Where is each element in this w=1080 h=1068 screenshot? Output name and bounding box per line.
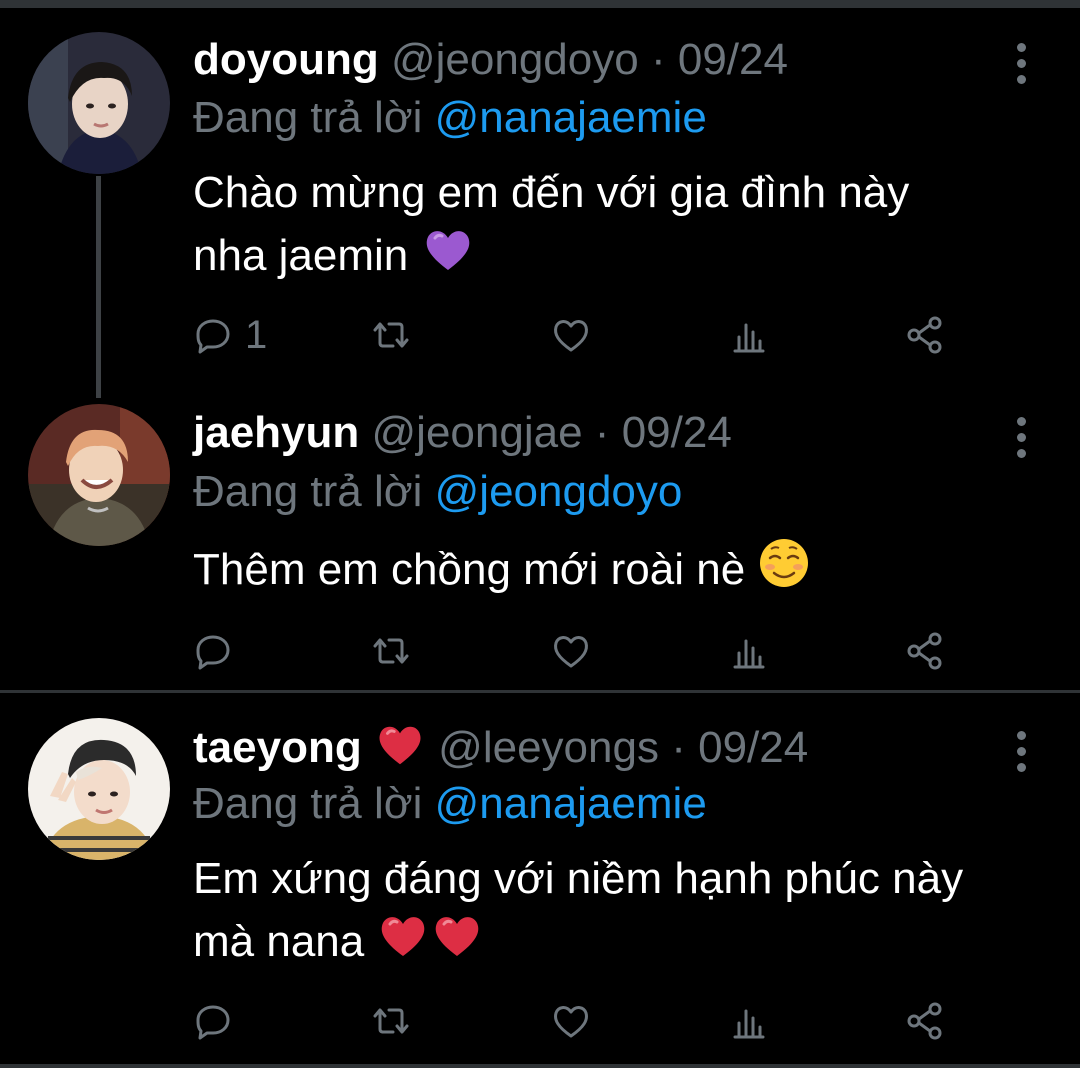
reply-button[interactable] bbox=[193, 626, 245, 676]
tweet-text-line: mà nana bbox=[193, 917, 365, 966]
purple-heart-emoji bbox=[421, 222, 475, 276]
display-name[interactable]: jaehyun bbox=[193, 408, 359, 457]
replying-to-label: Đang trả lời bbox=[193, 93, 423, 142]
replying-to: Đang trả lời @nanajaemie bbox=[193, 776, 707, 832]
retweet-icon bbox=[373, 638, 409, 664]
analytics-icon bbox=[733, 1009, 765, 1039]
display-name[interactable]: doyoung bbox=[193, 35, 379, 84]
separator-dot: · bbox=[671, 723, 686, 772]
separator-dot: · bbox=[594, 408, 610, 457]
tweet-text-line: Chào mừng em đến với gia đình này bbox=[193, 168, 910, 217]
avatar-taeyong[interactable] bbox=[28, 718, 170, 860]
reply-button[interactable]: 1 bbox=[193, 310, 267, 360]
share-button[interactable] bbox=[905, 310, 945, 360]
reply-count: 1 bbox=[245, 312, 268, 357]
user-handle[interactable]: @leeyongs bbox=[438, 723, 659, 772]
like-button[interactable] bbox=[551, 310, 591, 360]
replying-to: Đang trả lời @jeongdoyo bbox=[193, 464, 682, 520]
more-vertical-icon bbox=[1006, 43, 1036, 84]
tweet-actions bbox=[193, 626, 953, 676]
analytics-button[interactable] bbox=[729, 310, 769, 360]
user-handle[interactable]: @jeongjae bbox=[372, 408, 583, 457]
avatar-jaehyun[interactable] bbox=[28, 404, 170, 546]
retweet-button[interactable] bbox=[371, 996, 411, 1046]
like-button[interactable] bbox=[551, 626, 591, 676]
analytics-icon bbox=[733, 639, 765, 669]
red-heart-emoji bbox=[376, 908, 430, 962]
share-icon bbox=[907, 316, 942, 354]
analytics-button[interactable] bbox=[729, 996, 769, 1046]
tweet-date[interactable]: 09/24 bbox=[622, 408, 732, 457]
tweet-actions: 1 bbox=[193, 310, 953, 360]
analytics-button[interactable] bbox=[729, 626, 769, 676]
tweet-header: jaehyun @jeongjae · 09/24 bbox=[193, 405, 732, 461]
reply-icon bbox=[196, 319, 230, 354]
more-vertical-icon bbox=[1006, 417, 1036, 458]
share-icon bbox=[907, 632, 942, 670]
tweet-text-line: nha jaemin bbox=[193, 231, 409, 280]
retweet-icon bbox=[373, 322, 409, 348]
display-name[interactable]: taeyong bbox=[193, 723, 362, 772]
like-button[interactable] bbox=[551, 996, 591, 1046]
heart-icon bbox=[554, 1006, 588, 1038]
red-heart-emoji bbox=[374, 718, 426, 770]
mention-link[interactable]: @nanajaemie bbox=[435, 93, 707, 142]
share-button[interactable] bbox=[905, 996, 945, 1046]
retweet-button[interactable] bbox=[371, 626, 411, 676]
red-heart-emoji bbox=[430, 908, 484, 962]
tweet-date[interactable]: 09/24 bbox=[678, 35, 788, 84]
reply-icon bbox=[196, 1005, 230, 1040]
separator-dot: · bbox=[650, 35, 666, 84]
heart-icon bbox=[554, 636, 588, 668]
more-options-button[interactable] bbox=[1006, 412, 1036, 472]
reply-icon bbox=[196, 635, 230, 670]
top-divider bbox=[0, 0, 1080, 8]
tweet-date[interactable]: 09/24 bbox=[698, 723, 808, 772]
tweet-text-line: Thêm em chồng mới roài nè bbox=[193, 545, 746, 594]
share-button[interactable] bbox=[905, 626, 945, 676]
tweet-actions bbox=[193, 996, 953, 1046]
heart-icon bbox=[554, 320, 588, 352]
bottom-divider bbox=[0, 1064, 1080, 1068]
tweet-text: Chào mừng em đến với gia đình này nha ja… bbox=[193, 164, 1053, 285]
more-options-button[interactable] bbox=[1006, 38, 1036, 98]
tweet-divider bbox=[0, 690, 1080, 693]
analytics-icon bbox=[733, 323, 765, 353]
avatar-doyoung[interactable] bbox=[28, 32, 170, 174]
mention-link[interactable]: @jeongdoyo bbox=[435, 467, 683, 516]
retweet-icon bbox=[373, 1008, 409, 1034]
tweet-text: Em xứng đáng với niềm hạnh phúc này mà n… bbox=[193, 850, 1053, 971]
more-options-button[interactable] bbox=[1006, 726, 1036, 786]
tweet-text-line: Em xứng đáng với niềm hạnh phúc này bbox=[193, 854, 964, 903]
tweet-header: taeyong @leeyongs · 09/24 bbox=[193, 718, 808, 776]
more-vertical-icon bbox=[1006, 731, 1036, 772]
tweet-header: doyoung @jeongdoyo · 09/24 bbox=[193, 32, 788, 88]
replying-to-label: Đang trả lời bbox=[193, 467, 423, 516]
user-handle[interactable]: @jeongdoyo bbox=[391, 35, 639, 84]
smiling-face-emoji bbox=[757, 536, 811, 590]
tweet-text: Thêm em chồng mới roài nè bbox=[193, 536, 1053, 599]
mention-link[interactable]: @nanajaemie bbox=[435, 779, 707, 828]
replying-to: Đang trả lời @nanajaemie bbox=[193, 90, 707, 146]
share-icon bbox=[907, 1002, 942, 1040]
reply-button[interactable] bbox=[193, 996, 245, 1046]
replying-to-label: Đang trả lời bbox=[193, 779, 423, 828]
thread-connector-line bbox=[96, 176, 101, 398]
retweet-button[interactable] bbox=[371, 310, 411, 360]
